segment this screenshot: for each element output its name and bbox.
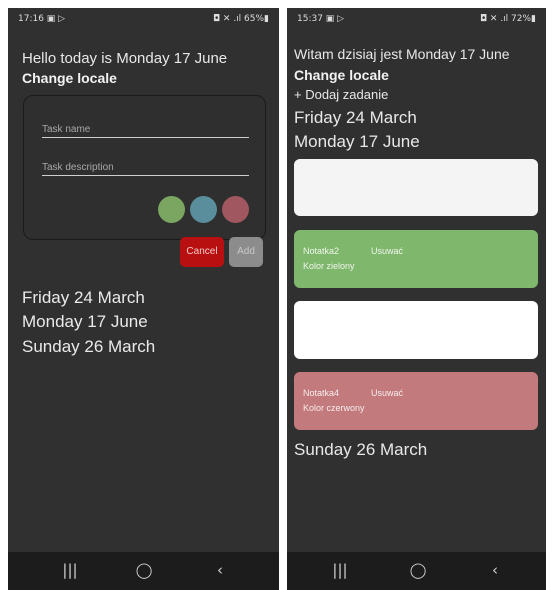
- recents-icon[interactable]: |||: [325, 560, 355, 580]
- recents-icon[interactable]: |||: [55, 560, 85, 580]
- task-card-subtitle: Kolor czerwony: [303, 403, 365, 413]
- date-label: Monday 17 June: [22, 312, 148, 331]
- greeting-text: Witam dzisiaj jest Monday 17 June: [294, 46, 510, 62]
- color-swatch-green[interactable]: [158, 196, 185, 223]
- task-card[interactable]: [294, 159, 538, 216]
- color-swatch-red[interactable]: [222, 196, 249, 223]
- task-card[interactable]: Notatka4 Usuwać Kolor czerwony: [294, 372, 538, 430]
- home-icon[interactable]: ◯: [403, 560, 433, 580]
- cancel-button[interactable]: Cancel: [180, 237, 224, 267]
- status-icons: ◘ ✕ .ıl 72%▮: [479, 14, 536, 24]
- task-description-input[interactable]: Task description: [42, 154, 249, 176]
- date-label: Monday 17 June: [294, 132, 420, 151]
- task-name-input[interactable]: Task name: [42, 116, 249, 138]
- delete-task-button[interactable]: Usuwać: [371, 246, 403, 256]
- back-icon[interactable]: ‹: [205, 560, 235, 580]
- home-icon[interactable]: ◯: [129, 560, 159, 580]
- change-locale-button[interactable]: Change locale: [294, 67, 389, 83]
- back-icon[interactable]: ‹: [480, 560, 510, 580]
- phone-screen-polish: 15:37 ▣ ▷ ◘ ✕ .ıl 72%▮ Witam dzisiaj jes…: [287, 8, 546, 590]
- navigation-bar: ||| ◯ ‹: [287, 552, 546, 590]
- add-task-button[interactable]: + Dodaj zadanie: [294, 87, 388, 102]
- navigation-bar: ||| ◯ ‹: [8, 552, 279, 590]
- change-locale-button[interactable]: Change locale: [22, 70, 117, 86]
- task-card[interactable]: [294, 301, 538, 359]
- delete-task-button[interactable]: Usuwać: [371, 388, 403, 398]
- task-card[interactable]: Notatka2 Usuwać Kolor zielony: [294, 230, 538, 288]
- status-icons: ◘ ✕ .ıl 65%▮: [212, 14, 269, 24]
- status-bar: 17:16 ▣ ▷ ◘ ✕ .ıl 65%▮: [8, 8, 279, 30]
- status-time: 17:16 ▣ ▷: [18, 14, 66, 24]
- date-label: Sunday 26 March: [22, 337, 156, 356]
- task-card-title: Notatka4: [303, 388, 340, 398]
- color-swatch-blue[interactable]: [190, 196, 217, 223]
- phone-screen-english: 17:16 ▣ ▷ ◘ ✕ .ıl 65%▮ Hello today is Mo…: [8, 8, 279, 590]
- add-button[interactable]: Add: [229, 237, 263, 267]
- greeting-text: Hello today is Monday 17 June: [22, 50, 228, 67]
- task-card-subtitle: Kolor zielony: [303, 261, 355, 271]
- status-bar: 15:37 ▣ ▷ ◘ ✕ .ıl 72%▮: [287, 8, 546, 30]
- task-form: Task name Task description: [23, 95, 266, 240]
- date-label: Friday 24 March: [294, 108, 417, 127]
- status-time: 15:37 ▣ ▷: [297, 14, 345, 24]
- task-card-title: Notatka2: [303, 246, 340, 256]
- date-label: Friday 24 March: [22, 288, 145, 307]
- date-label: Sunday 26 March: [294, 440, 428, 459]
